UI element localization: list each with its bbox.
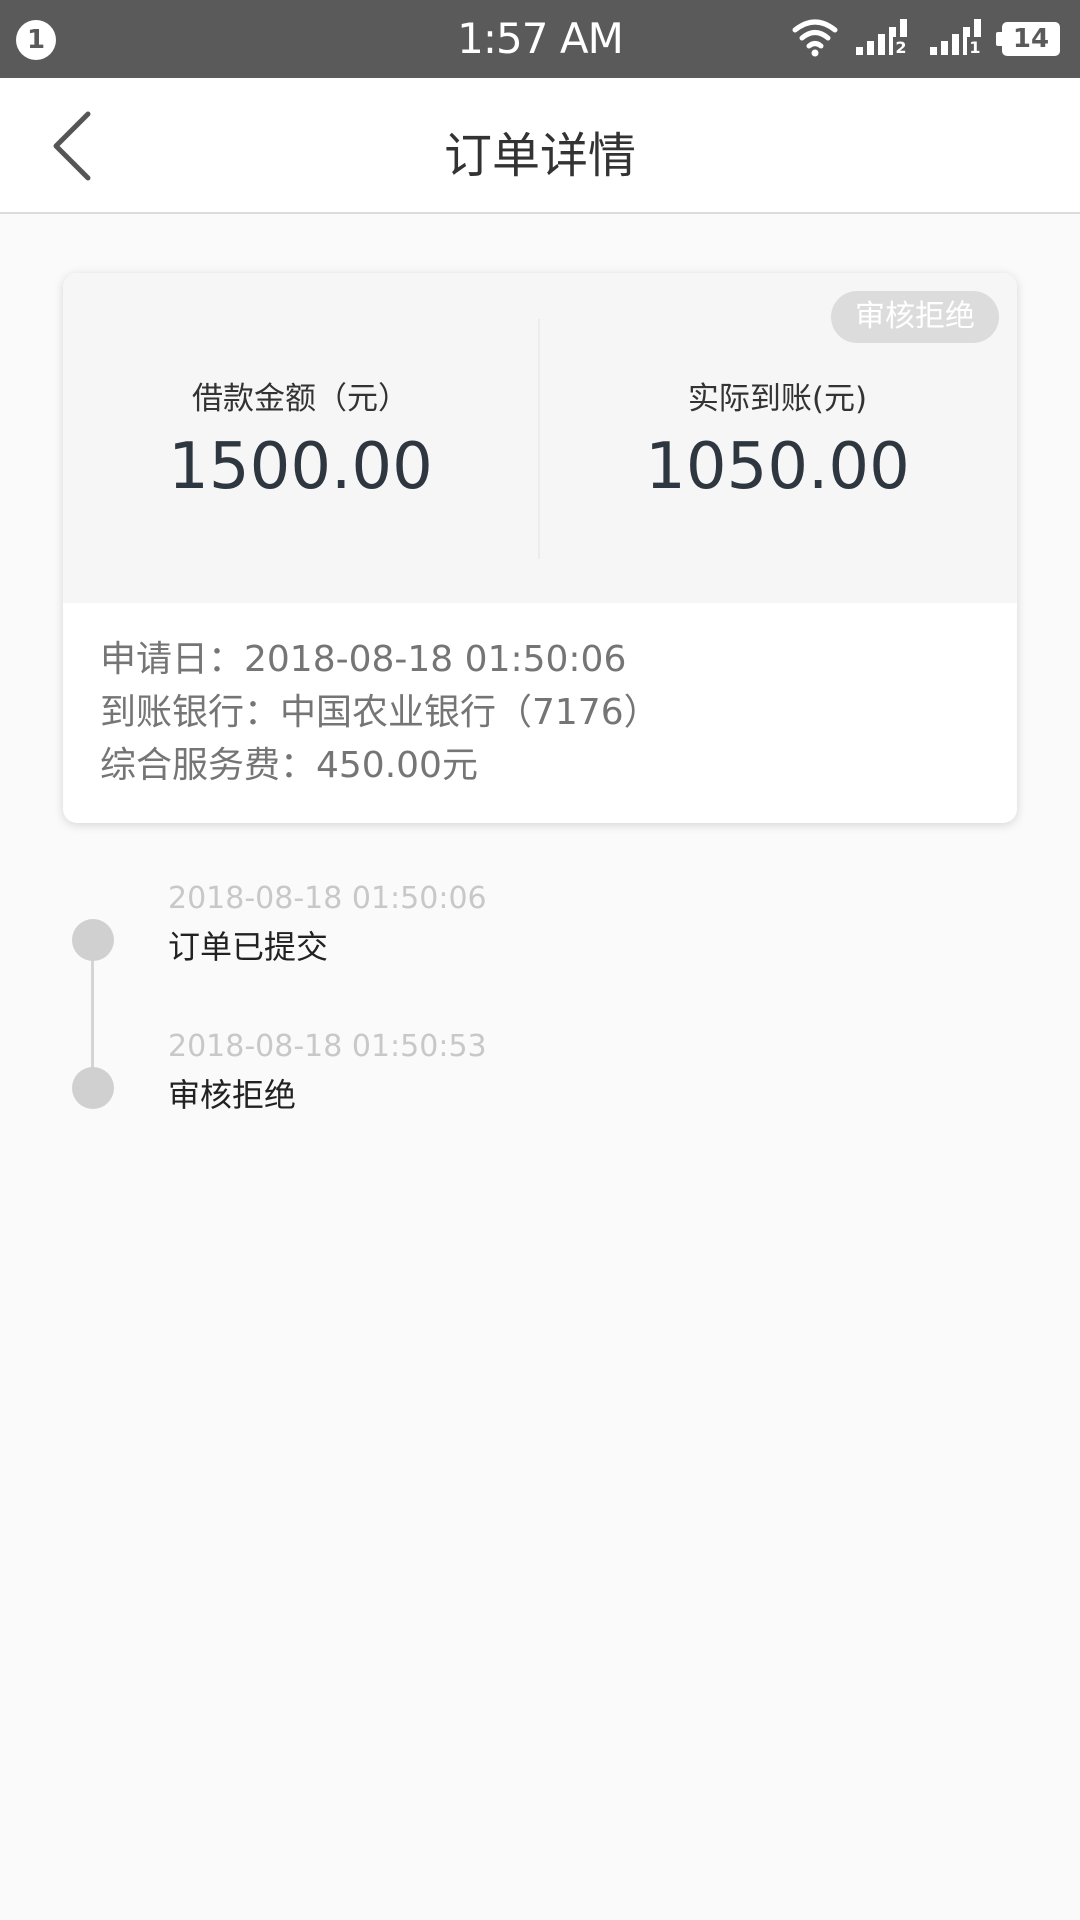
signal-sim2-icon: 2	[854, 17, 912, 61]
svg-text:1: 1	[969, 38, 980, 57]
received-amount-value: 1050.00	[645, 430, 910, 504]
timeline-dot	[72, 919, 114, 961]
timeline-connector	[91, 940, 94, 1088]
service-fee: 综合服务费：450.00元	[100, 745, 478, 786]
amount-section: 审核拒绝 借款金额（元） 1500.00 实际到账(元) 1050.00	[63, 273, 1017, 603]
receiving-bank: 到账银行：中国农业银行（7176）	[100, 692, 660, 733]
status-bar: 1 1:57 AM 2 1 14	[0, 0, 1080, 78]
wifi-icon	[792, 17, 838, 61]
timeline-dot	[72, 1067, 114, 1109]
timeline-time: 2018-08-18 01:50:53	[168, 1029, 487, 1064]
battery-icon: 14	[996, 22, 1060, 56]
received-amount-label: 实际到账(元)	[687, 381, 868, 417]
order-summary-card: 审核拒绝 借款金额（元） 1500.00 实际到账(元) 1050.00 申请日…	[63, 273, 1017, 823]
loan-amount-label: 借款金额（元）	[192, 381, 409, 417]
timeline-event: 审核拒绝	[168, 1076, 297, 1114]
timeline-time: 2018-08-18 01:50:06	[168, 881, 487, 916]
status-icons: 2 1 14	[792, 16, 1060, 62]
svg-text:2: 2	[895, 38, 906, 57]
status-badge: 审核拒绝	[831, 291, 999, 343]
nav-bar: 订单详情	[0, 78, 1080, 214]
loan-amount-value: 1500.00	[168, 430, 433, 504]
loan-amount-block: 借款金额（元） 1500.00	[63, 373, 538, 504]
apply-date: 申请日：2018-08-18 01:50:06	[100, 639, 627, 680]
signal-sim1-icon: 1	[928, 17, 986, 61]
received-amount-block: 实际到账(元) 1050.00	[540, 373, 1015, 504]
order-info: 申请日：2018-08-18 01:50:06 到账银行：中国农业银行（7176…	[100, 633, 660, 792]
page-title: 订单详情	[443, 128, 636, 184]
timeline-event: 订单已提交	[168, 928, 329, 966]
